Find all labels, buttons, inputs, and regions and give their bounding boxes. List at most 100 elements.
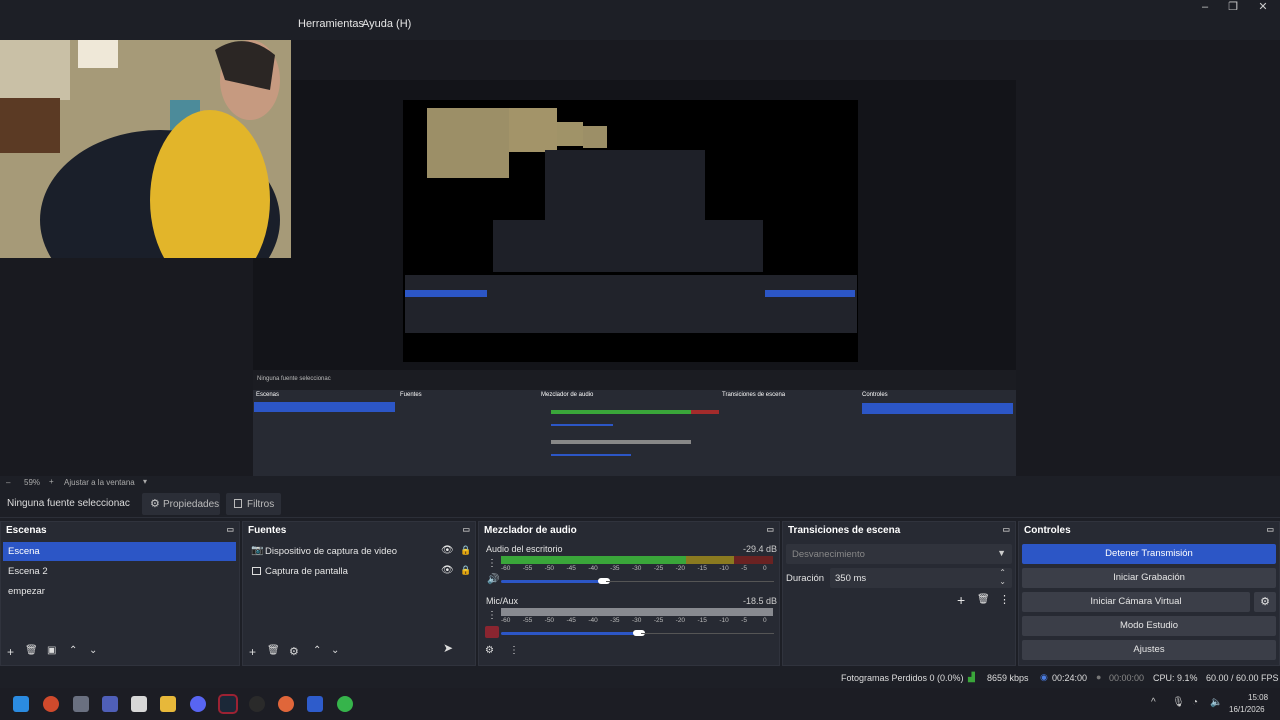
chevron-down-icon[interactable]: ⌄: [89, 645, 97, 656]
dock-menu-icon[interactable]: ▭: [766, 525, 774, 534]
speaker-icon[interactable]: 🔊: [487, 574, 499, 585]
channel-name: Audio del escritorio: [486, 544, 563, 554]
studio-mode-button[interactable]: Modo Estudio: [1022, 616, 1276, 636]
clock-time[interactable]: 15:08: [1248, 693, 1268, 702]
stream-time: 00:24:00: [1052, 673, 1088, 683]
transitions-dock: Transiciones de escena ▭ Desvanecimiento …: [782, 521, 1016, 666]
scene-item[interactable]: empezar: [3, 582, 236, 601]
nested-text: Transiciones de escena: [722, 392, 786, 398]
virtual-camera-settings-button[interactable]: ⚙: [1254, 592, 1276, 612]
more-icon[interactable]: ⋮: [487, 610, 497, 621]
stop-stream-button[interactable]: Detener Transmisión: [1022, 544, 1276, 564]
chevron-up-icon[interactable]: ⌃: [69, 645, 77, 656]
eye-icon[interactable]: 👁: [441, 565, 454, 576]
volume-slider[interactable]: [501, 632, 641, 635]
record-icon: ●: [1096, 672, 1102, 682]
nested-text: Controles: [862, 392, 888, 398]
audio-mixer-dock: Mezclador de audio ▭ Audio del escritorio…: [478, 521, 780, 666]
chrome-profile-icon[interactable]: [278, 696, 294, 712]
whatsapp-icon[interactable]: [337, 696, 353, 712]
meter-tick-label: -10: [719, 617, 729, 624]
controls-dock: Controles ▭ Detener Transmisión Iniciar G…: [1018, 521, 1280, 666]
chevron-up-icon[interactable]: ⌃: [313, 645, 321, 656]
chrome-icon[interactable]: [43, 696, 59, 712]
start-virtual-camera-button[interactable]: Iniciar Cámara Virtual: [1022, 592, 1250, 612]
gear-icon[interactable]: ⚙: [289, 645, 299, 658]
volume-slider[interactable]: [501, 580, 606, 583]
chevron-down-icon[interactable]: ▾: [143, 477, 147, 486]
more-icon[interactable]: ⋮: [487, 558, 497, 569]
zoom-in-button[interactable]: +: [49, 477, 54, 486]
chevron-up-icon[interactable]: ⌃: [999, 568, 1006, 577]
dock-menu-icon[interactable]: ▭: [462, 525, 470, 534]
more-icon[interactable]: ⋮: [999, 593, 1010, 606]
windows-start-icon[interactable]: [13, 696, 29, 712]
add-icon[interactable]: +: [249, 645, 256, 659]
status-bar: Fotogramas Perdidos 0 (0.0%) ▟ 8659 kbps…: [0, 666, 1280, 688]
meter-tick-label: -20: [675, 565, 686, 572]
calculator-icon[interactable]: [102, 696, 118, 712]
meter-tick-label: -40: [588, 617, 598, 624]
volume-icon[interactable]: 🔈: [1210, 697, 1222, 708]
discord-icon[interactable]: [190, 696, 206, 712]
preview-canvas[interactable]: Ninguna fuente seleccionac Escenas Fuent…: [0, 40, 1280, 510]
scene-item[interactable]: Escena: [3, 542, 236, 561]
settings-app-icon[interactable]: [73, 696, 89, 712]
more-icon[interactable]: ⋮: [509, 645, 519, 656]
nested-text: Mezclador de audio: [541, 392, 594, 398]
settings-button[interactable]: Ajustes: [1022, 640, 1276, 660]
advanced-audio-icon[interactable]: ⚙: [485, 645, 494, 656]
steam-icon[interactable]: [218, 694, 238, 714]
add-icon[interactable]: +: [957, 592, 965, 608]
menu-tools[interactable]: Herramientas: [298, 18, 364, 30]
dock-menu-icon[interactable]: ▭: [1266, 525, 1274, 534]
close-button[interactable]: ✕: [1246, 0, 1280, 16]
obs-icon[interactable]: [249, 696, 265, 712]
start-recording-button[interactable]: Iniciar Grabación: [1022, 568, 1276, 588]
source-toolbar: Ninguna fuente seleccionac ⚙ Propiedades…: [0, 490, 1280, 518]
snipping-tool-icon[interactable]: [131, 696, 147, 712]
dock-menu-icon[interactable]: ▭: [1002, 525, 1010, 534]
gear-icon: ⚙: [150, 498, 160, 510]
filters-label: Filtros: [247, 499, 275, 510]
properties-button[interactable]: ⚙ Propiedades: [142, 493, 220, 515]
fit-window-button[interactable]: Ajustar a la ventana: [64, 478, 135, 487]
meter-tick-label: -15: [697, 617, 707, 624]
microphone-icon[interactable]: 🎙: [1172, 697, 1185, 708]
menu-help[interactable]: Ayuda (H): [362, 18, 411, 30]
channel-db: -29.4 dB: [743, 544, 778, 554]
source-item[interactable]: Captura de pantalla 👁 🔒: [245, 562, 472, 581]
scene-item[interactable]: Escena 2: [3, 562, 236, 581]
folder-icon[interactable]: [160, 696, 176, 712]
add-icon[interactable]: +: [7, 645, 14, 659]
source-item[interactable]: 📷 Dispositivo de captura de video 👁 🔒: [245, 542, 472, 561]
zoom-out-button[interactable]: –: [6, 478, 10, 487]
chevron-down-icon[interactable]: ⌄: [331, 645, 339, 656]
duration-spinbox[interactable]: 350 ms ⌃ ⌄: [830, 568, 1012, 588]
mixer-title: Mezclador de audio ▭: [484, 525, 774, 536]
transition-select[interactable]: Desvanecimiento ▼: [786, 544, 1012, 564]
maximize-button[interactable]: ❐: [1216, 0, 1250, 16]
trash-icon[interactable]: 🗑: [267, 645, 280, 656]
trash-icon[interactable]: 🗑: [977, 594, 990, 605]
chevron-up-icon[interactable]: ^: [1151, 697, 1156, 708]
lock-icon[interactable]: 🔒: [460, 565, 471, 576]
eye-icon[interactable]: 👁: [441, 545, 454, 556]
chevron-down-icon[interactable]: ⌄: [999, 577, 1006, 586]
meter-tick-label: -35: [610, 565, 620, 572]
filter-icon[interactable]: ▣: [47, 645, 56, 656]
app-icon[interactable]: [307, 696, 323, 712]
title-bar: Herramientas Ayuda (H) – ❐ ✕: [0, 0, 1280, 40]
audio-meter: [501, 556, 773, 564]
trash-icon[interactable]: 🗑: [25, 645, 38, 656]
cpu-usage: CPU: 9.1%: [1153, 673, 1198, 683]
filters-button[interactable]: Filtros: [226, 493, 281, 515]
audio-meter: [501, 608, 773, 616]
lock-icon[interactable]: 🔒: [460, 545, 471, 556]
mic-muted-icon[interactable]: [485, 626, 499, 638]
meter-tick-label: -25: [653, 565, 664, 572]
wifi-icon[interactable]: ◔: [1192, 697, 1198, 708]
transitions-title: Transiciones de escena ▭: [788, 525, 1010, 536]
clock-date[interactable]: 16/1/2026: [1229, 705, 1265, 714]
dock-menu-icon[interactable]: ▭: [226, 525, 234, 534]
